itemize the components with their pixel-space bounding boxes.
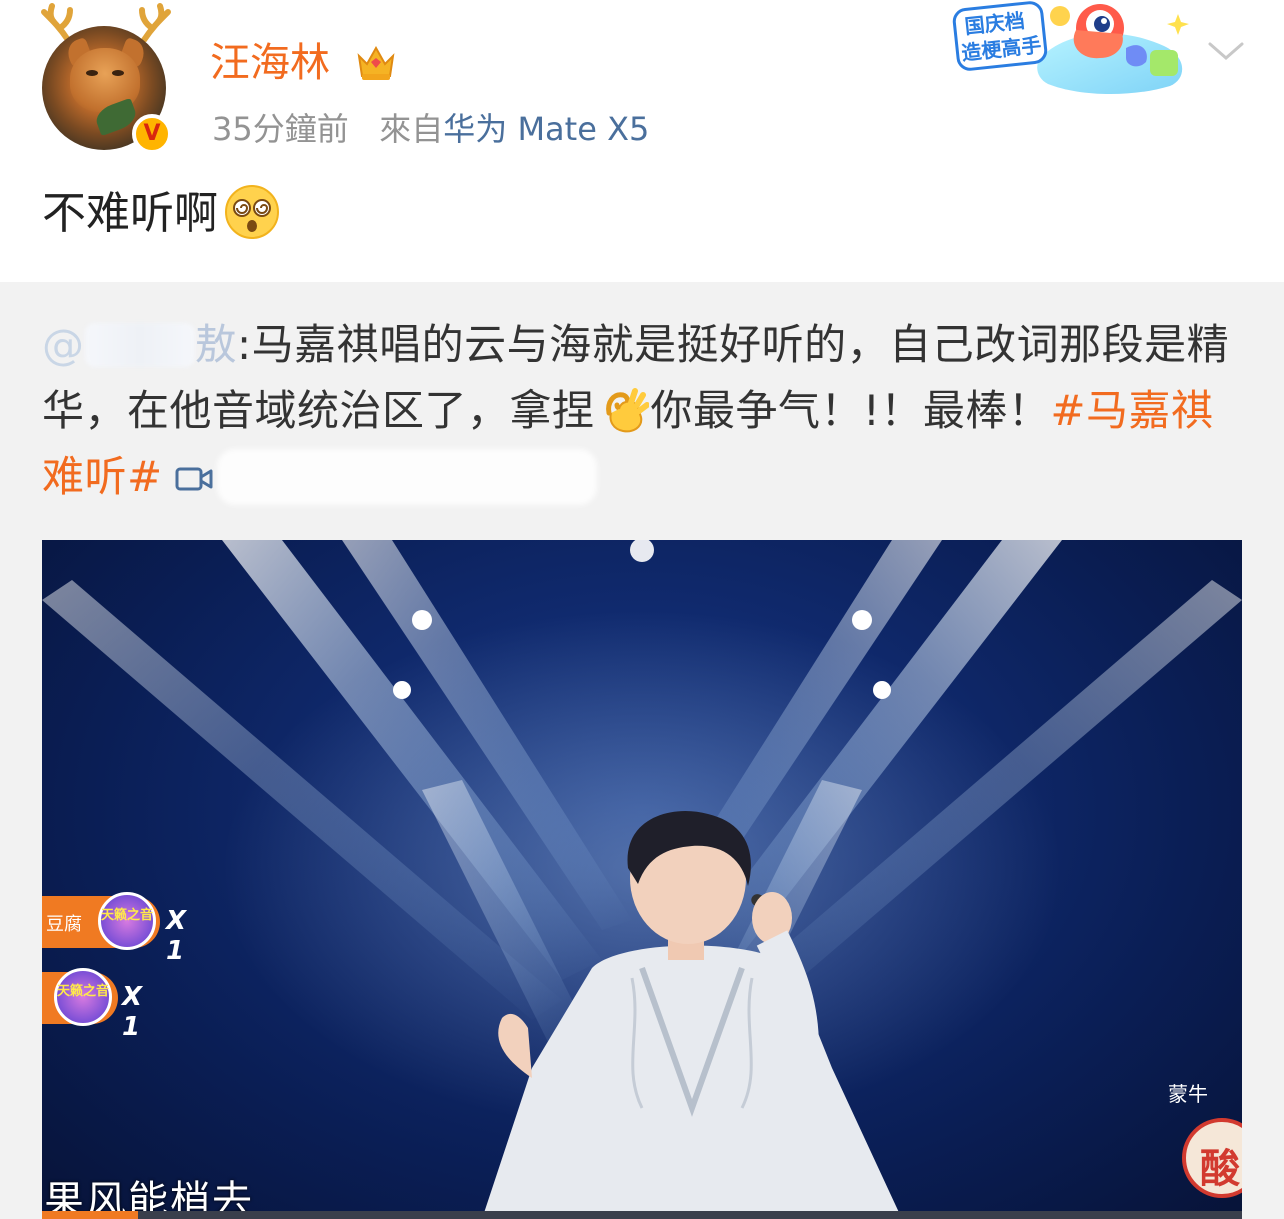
ok-hand-icon <box>605 388 649 433</box>
blurred-username <box>84 323 195 367</box>
chevron-down-icon[interactable] <box>1206 36 1246 66</box>
crown-icon[interactable] <box>353 40 399 86</box>
singer-image <box>482 810 902 1219</box>
gift-banner-1: 豆腐 天籁之音 X 1 <box>42 892 186 966</box>
blurred-video-link[interactable] <box>216 449 597 505</box>
repost-text: @ 敖:马嘉祺唱的云与海就是挺好听的，自己改词那段是精华，在他音域统治区了，拿捏 … <box>42 312 1247 510</box>
dizzy-face-icon <box>225 185 279 239</box>
post-header: V 汪海林 35分鐘前 來自华为 Mate X5 国庆档 造梗高手 <box>0 0 1284 160</box>
gift-badge-icon: 天籁之音 <box>54 968 112 1026</box>
mention-prefix[interactable]: @ <box>42 320 85 369</box>
post-text: 不难听啊 <box>42 188 218 239</box>
repost-card[interactable]: @ 敖:马嘉祺唱的云与海就是挺好听的，自己改词那段是精华，在他音域统治区了，拿捏 … <box>0 282 1284 1219</box>
verified-badge-icon: V <box>132 114 172 154</box>
username[interactable]: 汪海林 <box>210 38 330 88</box>
post-body: 不难听啊 <box>42 184 280 244</box>
gift-count: X 1 <box>122 982 143 1042</box>
gift-count: X 1 <box>166 906 187 966</box>
sponsor-watermark: 蒙牛 <box>1168 1082 1208 1106</box>
video-camera-icon <box>175 467 213 491</box>
video-progress-fill <box>42 1211 138 1219</box>
source-prefix: 來自 <box>379 110 444 148</box>
repost-body-part2: 你最争气！!！最棒！ <box>650 386 1051 435</box>
video-progress-bar[interactable] <box>42 1211 1242 1219</box>
gift-sender: 豆腐 <box>46 914 82 935</box>
national-day-badge-icon[interactable]: 国庆档 造梗高手 <box>950 0 1200 96</box>
post-time: 35分鐘前 <box>212 110 349 148</box>
device-link[interactable]: 华为 Mate X5 <box>443 110 649 148</box>
mention-tail[interactable]: 敖 <box>195 320 238 369</box>
avatar[interactable]: V <box>40 2 180 154</box>
video-player[interactable]: 豆腐 天籁之音 X 1 天籁之音 X 1 蒙牛 酸 果风能梢去 <box>42 540 1242 1219</box>
gift-banner-2: 天籁之音 X 1 <box>42 968 142 1042</box>
post-meta: 35分鐘前 來自华为 Mate X5 <box>212 108 649 150</box>
gift-badge-icon: 天籁之音 <box>98 892 156 950</box>
